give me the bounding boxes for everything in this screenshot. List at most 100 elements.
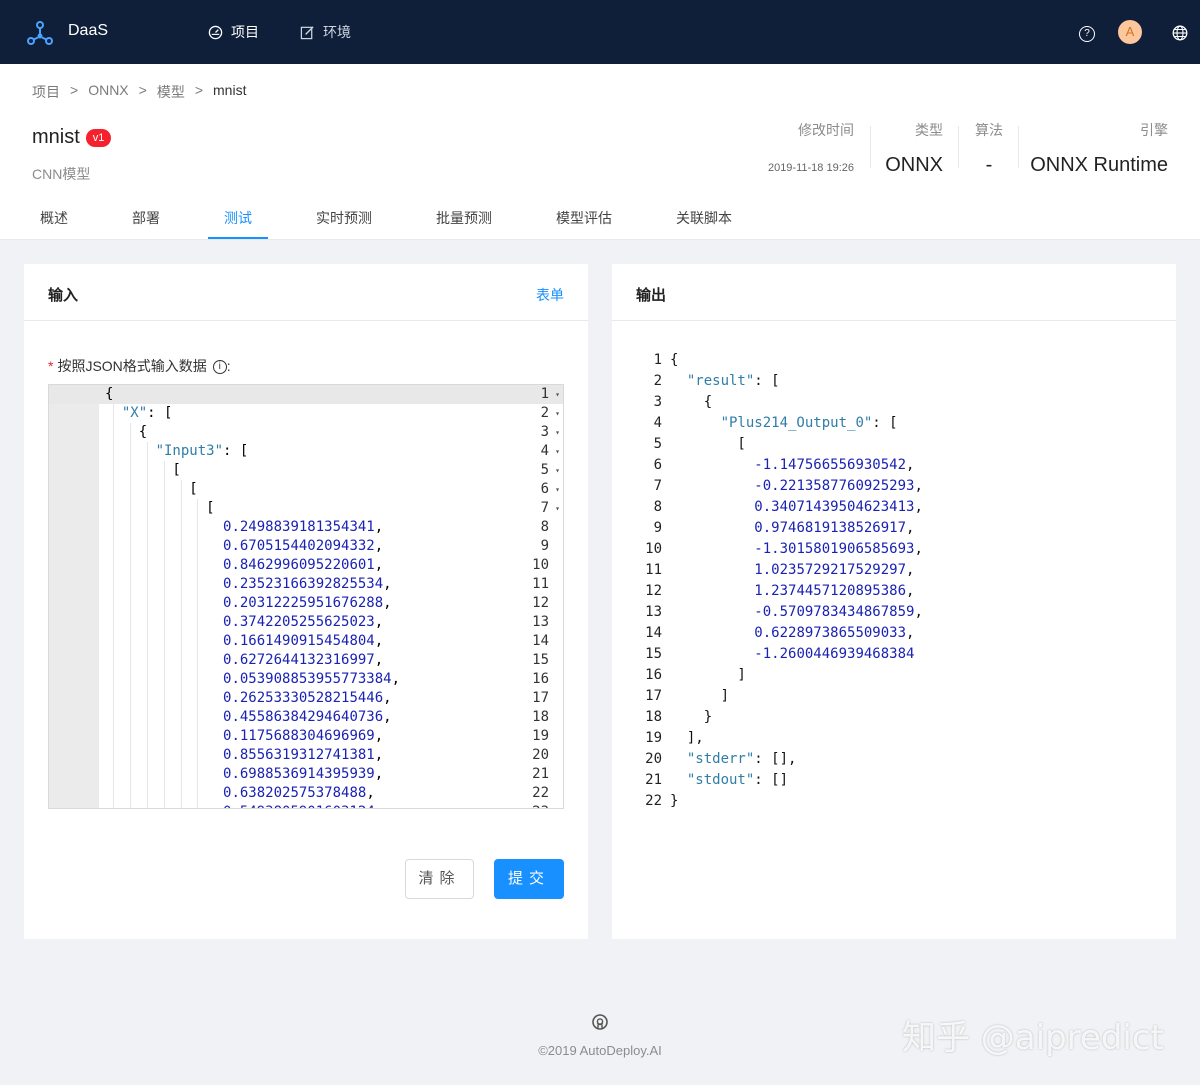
form-mode-link[interactable]: 表单: [536, 285, 564, 305]
github-icon[interactable]: [592, 1014, 608, 1030]
output-panel-title: 输出: [636, 287, 667, 304]
avatar[interactable]: A: [1118, 20, 1142, 44]
nav-item-label: 项目: [231, 24, 259, 40]
output-code-text: ]: [670, 667, 746, 683]
submit-button[interactable]: 提交: [494, 859, 564, 899]
output-line-number: 7: [653, 478, 662, 494]
editor-line-number: 14: [532, 633, 549, 649]
output-code-text: -1.147566556930542,: [754, 457, 915, 473]
version-badge: v1: [85, 128, 112, 147]
dashboard-icon: [208, 25, 223, 39]
info-icon[interactable]: i: [212, 360, 227, 375]
fold-arrow-icon[interactable]: ▾: [555, 461, 560, 480]
fold-arrow-icon[interactable]: ▾: [555, 499, 560, 518]
output-code-text: ]: [670, 688, 730, 704]
output-code-text: }: [670, 793, 679, 809]
meta-value: 2019-11-18 19:26: [767, 162, 854, 174]
output-code-text: 1.0235729217529297,: [754, 562, 915, 578]
indent-guide: [180, 480, 182, 808]
page-title: mnist v1: [32, 126, 112, 149]
brand-name[interactable]: DaaS: [68, 22, 108, 40]
fold-arrow-icon[interactable]: ▾: [555, 442, 560, 461]
editor-code-line: {: [105, 424, 148, 440]
globe-icon[interactable]: [1172, 25, 1188, 41]
fold-arrow-icon[interactable]: ▾: [555, 423, 560, 442]
editor-code-line: [: [105, 481, 198, 497]
editor-line-number: 6 ▾: [540, 480, 560, 499]
nav-item-environment[interactable]: 环境: [300, 22, 351, 42]
help-icon[interactable]: ?: [1079, 26, 1095, 42]
tab-model-evaluation[interactable]: 模型评估: [556, 208, 612, 228]
tab-overview[interactable]: 概述: [40, 208, 68, 228]
output-line-number: 1: [653, 352, 662, 368]
input-panel-title: 输入: [48, 287, 79, 304]
json-number: -0.2213587760925293: [754, 478, 915, 494]
output-line-number: 10: [645, 541, 662, 557]
json-number: 0.23523166392825534: [223, 576, 384, 592]
meta-label: 引擎: [1140, 122, 1168, 138]
json-number: 0.5493805901603124: [223, 804, 375, 808]
daas-logo-icon[interactable]: [26, 19, 54, 47]
json-code-editor[interactable]: 1 ▾ {2 ▾ "X": [3 ▾ {4 ▾ "Input3": [5 ▾ [6 ▾ [7 ▾…: [48, 384, 564, 809]
tab-batch-predict[interactable]: 批量预测: [436, 208, 492, 228]
breadcrumb: 项目 > ONNX > 模型 > mnist: [32, 82, 246, 102]
clear-button[interactable]: 清除: [405, 859, 474, 899]
editor-line-number: 9: [540, 538, 549, 554]
editor-line-number: 17: [532, 690, 549, 706]
output-line-number: 20: [645, 751, 662, 767]
meta-algorithm: 算法 -: [975, 120, 1003, 177]
editor-line-number: 3 ▾: [540, 423, 560, 442]
json-number: 0.1661490915454804: [223, 633, 375, 649]
output-code-text: -0.2213587760925293,: [754, 478, 923, 494]
meta-value: ONNX: [885, 154, 943, 176]
breadcrumb-separator: >: [194, 82, 204, 98]
editor-code-line: "X": [: [121, 405, 173, 421]
json-number: 1.0235729217529297: [754, 562, 907, 578]
editor-line-number: 5 ▾: [540, 461, 560, 480]
json-number: -0.5709783434867859: [754, 604, 915, 620]
output-code-text: "Plus214_Output_0": [: [720, 415, 898, 431]
json-number: 0.8462996095220601: [223, 557, 375, 573]
editor-line-number: 10: [532, 557, 549, 573]
json-number: 0.45586384294640736: [223, 709, 384, 725]
fold-arrow-icon[interactable]: ▾: [555, 385, 560, 404]
editor-line-number: 16: [532, 671, 549, 687]
fold-arrow-icon[interactable]: ▾: [555, 480, 560, 499]
watermark: 知乎 @aipredict: [902, 1018, 1164, 1058]
output-line-number: 16: [645, 667, 662, 683]
json-number: 0.053908853955773384: [223, 671, 392, 687]
editor-code-line: {: [105, 386, 114, 402]
tab-deploy[interactable]: 部署: [132, 208, 160, 228]
fold-arrow-icon[interactable]: ▾: [555, 404, 560, 423]
tab-test[interactable]: 测试: [224, 208, 252, 228]
editor-code-line: 0.053908853955773384,: [223, 671, 401, 687]
output-line-number: 2: [653, 373, 662, 389]
output-code-text: "stdout": []: [686, 772, 789, 788]
nav-item-projects[interactable]: 项目: [208, 22, 259, 42]
json-string: "result": [686, 373, 755, 389]
output-code-text: -0.5709783434867859,: [754, 604, 923, 620]
top-nav: DaaS 项目 环境 ? A: [0, 0, 1200, 64]
json-number: 0.6272644132316997: [223, 652, 375, 668]
json-number: -1.2600446939468384: [754, 646, 915, 662]
active-tab-indicator: [208, 237, 268, 239]
json-number: 0.8556319312741381: [223, 747, 375, 763]
indent-guide: [197, 499, 199, 808]
output-panel: 输出 1 {2 "result": [3 {4 "Plus214_Output_0…: [612, 264, 1176, 939]
output-line-number: 18: [645, 709, 662, 725]
json-number: -1.3015801906585693: [754, 541, 915, 557]
json-number: 0.34071439504623413: [754, 499, 915, 515]
breadcrumb-item-models[interactable]: 模型: [157, 82, 185, 102]
meta-modified-time: 修改时间 2019-11-18 19:26: [768, 120, 854, 174]
output-line-number: 21: [645, 772, 662, 788]
breadcrumb-item-onnx[interactable]: ONNX: [88, 82, 128, 102]
tab-realtime-predict[interactable]: 实时预测: [316, 208, 372, 228]
output-code-text: "result": [: [686, 373, 780, 389]
edit-icon: [300, 25, 314, 39]
tab-related-scripts[interactable]: 关联脚本: [676, 208, 732, 228]
breadcrumb-item-projects[interactable]: 项目: [32, 82, 60, 102]
meta-label: 类型: [915, 122, 943, 138]
indent-guide: [130, 423, 132, 808]
tab-bar: 概述 部署 测试 实时预测 批量预测 模型评估 关联脚本: [0, 196, 1200, 240]
output-code-text: {: [670, 394, 713, 410]
